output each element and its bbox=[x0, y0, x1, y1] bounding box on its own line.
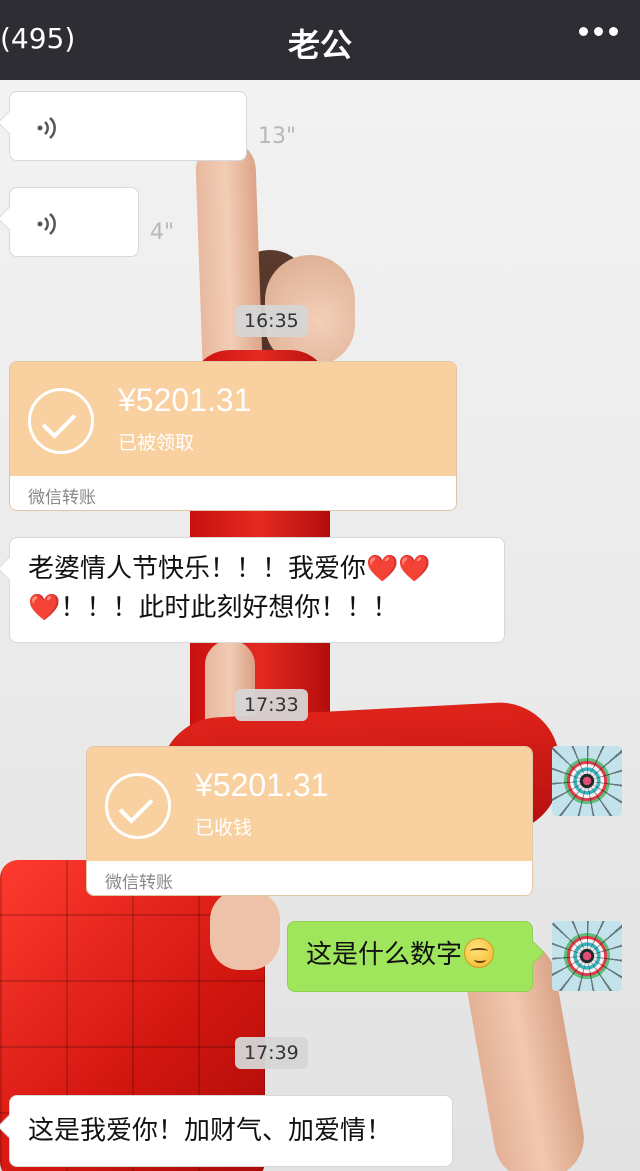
message-text: 这是我爱你！加财气、加爱情！ bbox=[28, 1116, 393, 1146]
text-message[interactable]: 这是什么数字 bbox=[287, 921, 533, 992]
heart-emoji-icon: ❤️ bbox=[28, 593, 61, 623]
transfer-status: 已被领取 bbox=[118, 432, 195, 454]
voice-duration: 4" bbox=[150, 220, 175, 245]
timestamp: 17:33 bbox=[235, 689, 308, 721]
wallpaper-hand bbox=[210, 890, 280, 970]
timestamp: 16:35 bbox=[235, 305, 308, 337]
check-circle-icon bbox=[105, 773, 171, 839]
transfer-label: 微信转账 bbox=[28, 488, 96, 508]
voice-wave-icon bbox=[37, 117, 56, 139]
message-text: 老婆情人节快乐！！！我爱你 bbox=[28, 554, 367, 584]
chat-title: 老公 bbox=[287, 26, 352, 64]
more-dots-icon[interactable] bbox=[579, 27, 618, 36]
message-text: ！！！此时此刻好想你！！！ bbox=[60, 593, 399, 623]
voice-message[interactable] bbox=[9, 187, 139, 257]
message-text: 这是什么数字 bbox=[306, 940, 463, 970]
transfer-status: 已收钱 bbox=[195, 817, 253, 839]
timestamp: 17:39 bbox=[235, 1037, 308, 1069]
voice-wave-icon bbox=[37, 213, 56, 235]
check-circle-icon bbox=[28, 388, 94, 454]
text-message[interactable]: 老婆情人节快乐！！！我爱你❤️❤️ ❤️！！！此时此刻好想你！！！ bbox=[9, 537, 505, 643]
text-message[interactable]: 这是我爱你！加财气、加爱情！ bbox=[9, 1095, 453, 1167]
transfer-amount: ¥5201.31 bbox=[195, 767, 329, 803]
transfer-card[interactable]: ¥5201.31 已被领取 微信转账 bbox=[9, 361, 457, 511]
heart-emoji-icon: ❤️ bbox=[366, 554, 399, 584]
heart-emoji-icon: ❤️ bbox=[398, 554, 431, 584]
voice-message[interactable] bbox=[9, 91, 247, 161]
transfer-label: 微信转账 bbox=[105, 873, 173, 893]
avatar[interactable] bbox=[552, 921, 622, 991]
avatar[interactable] bbox=[552, 746, 622, 816]
top-bar: (495) 老公 bbox=[0, 0, 640, 80]
transfer-amount: ¥5201.31 bbox=[118, 382, 252, 418]
smirk-emoji-icon bbox=[464, 938, 495, 968]
voice-duration: 13" bbox=[258, 124, 297, 149]
transfer-card[interactable]: ¥5201.31 已收钱 微信转账 bbox=[86, 746, 533, 896]
